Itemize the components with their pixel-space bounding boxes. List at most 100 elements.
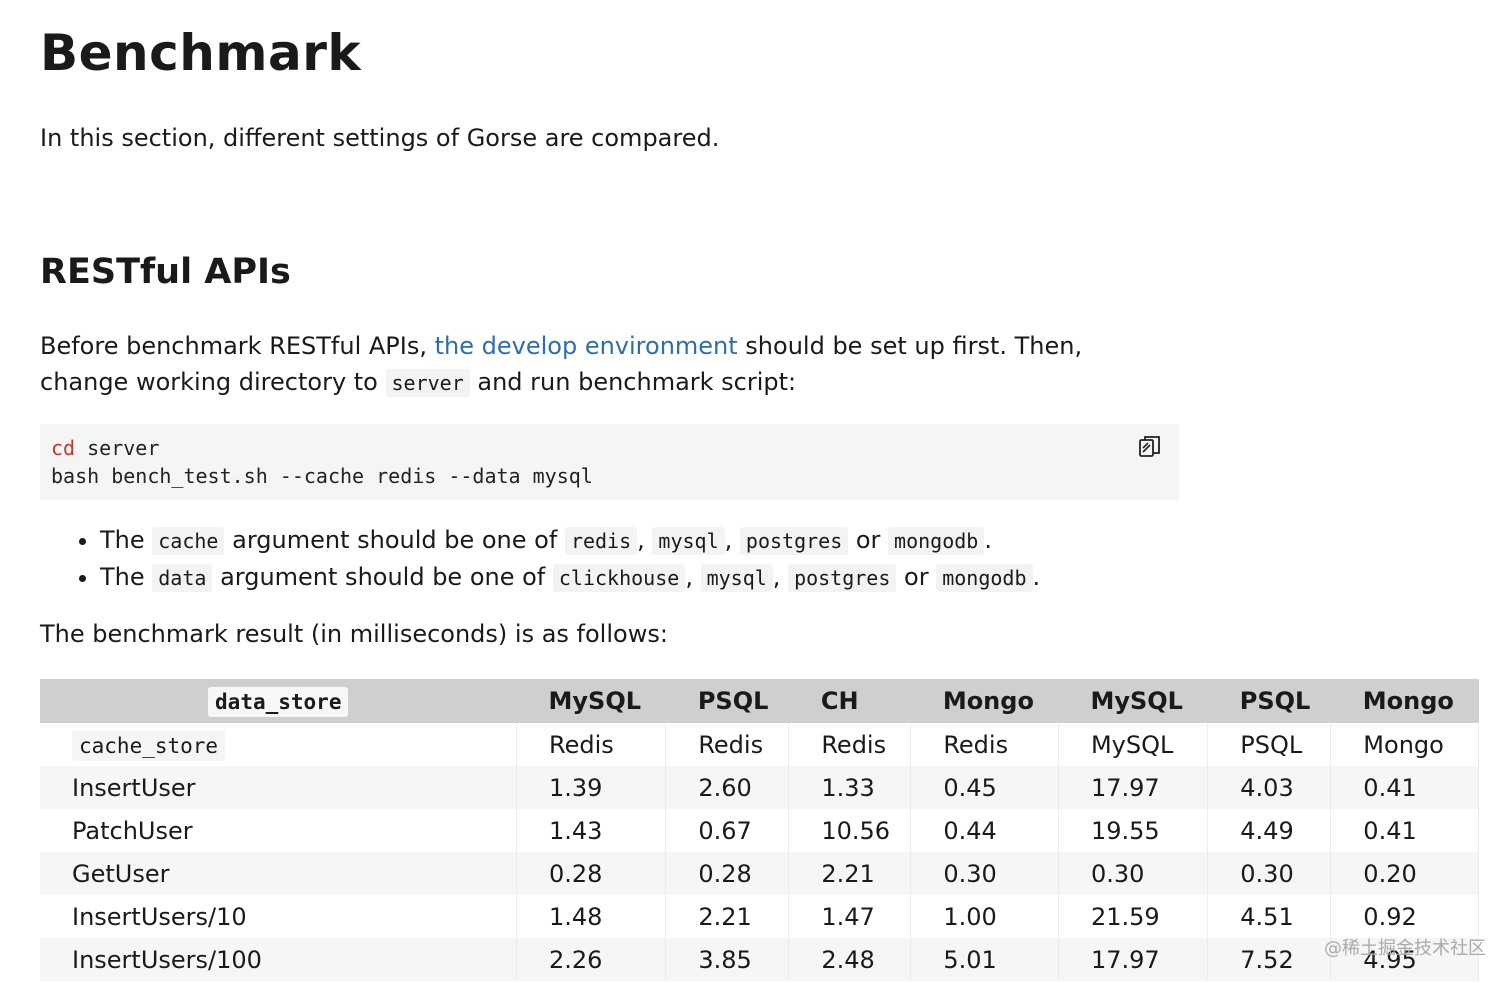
- setup-text-1: Before benchmark RESTful APIs,: [40, 332, 435, 360]
- code-line-2: bash bench_test.sh --cache redis --data …: [51, 464, 593, 488]
- code-line-1: cd server: [51, 436, 159, 460]
- table-cell: 17.97: [1058, 766, 1209, 809]
- header-cell: MySQL: [1090, 687, 1183, 715]
- separator: ,: [637, 526, 653, 554]
- separator: or: [896, 563, 937, 591]
- table-row: InsertUsers/100 2.26 3.85 2.48 5.01 17.9…: [40, 938, 1479, 981]
- separator: ,: [772, 563, 789, 591]
- header-cell: MySQL: [548, 687, 642, 715]
- option-code: mysql: [652, 527, 725, 555]
- bullet-text: argument should be one of: [212, 563, 553, 591]
- develop-environment-link[interactable]: the develop environment: [435, 332, 738, 360]
- code-line-1-rest: server: [75, 436, 160, 460]
- server-code: server: [385, 369, 470, 397]
- option-code: mongodb: [936, 564, 1033, 592]
- setup-paragraph: Before benchmark RESTful APIs, the devel…: [40, 328, 1130, 401]
- table-cell: Mongo: [1330, 723, 1479, 766]
- list-item-cache: The cache argument should be one of redi…: [100, 522, 1040, 559]
- table-row: InsertUser 1.39 2.60 1.33 0.45 17.97 4.0…: [40, 766, 1479, 809]
- section-title: RESTful APIs: [40, 252, 291, 292]
- cache-store-cell: cache_store: [40, 723, 517, 766]
- row-label: PatchUser: [40, 809, 517, 852]
- table-cell: 1.00: [910, 895, 1059, 938]
- table-cell: 19.55: [1058, 809, 1209, 852]
- table-cell: 0.20: [1330, 852, 1479, 895]
- bullet-text: The: [100, 563, 153, 591]
- header-cell: CH: [820, 687, 859, 715]
- table-row: InsertUsers/10 1.48 2.21 1.47 1.00 21.59…: [40, 895, 1479, 938]
- header-data-store: data_store: [40, 679, 517, 723]
- setup-text-3: and run benchmark script:: [469, 368, 797, 396]
- table-cell: 2.26: [516, 938, 667, 981]
- page-title: Benchmark: [40, 24, 362, 82]
- bullet-text: argument should be one of: [224, 526, 565, 554]
- table-cell: 10.56: [788, 809, 912, 852]
- table-cell: 5.01: [910, 938, 1059, 981]
- separator: ,: [685, 563, 701, 591]
- table-cell: 1.43: [516, 809, 667, 852]
- table-cell: Redis: [910, 723, 1059, 766]
- row-label: InsertUsers/100: [40, 938, 517, 981]
- code-block[interactable]: cd server bash bench_test.sh --cache red…: [40, 424, 1179, 500]
- list-item-data: The data argument should be one of click…: [100, 559, 1040, 596]
- option-code: postgres: [788, 564, 897, 592]
- bullet-text: The: [100, 526, 153, 554]
- table-row: GetUser 0.28 0.28 2.21 0.30 0.30 0.30 0.…: [40, 852, 1479, 895]
- header-cell: Mongo: [942, 687, 1034, 715]
- table-cell: 1.33: [788, 766, 912, 809]
- table-cell: 0.30: [910, 852, 1059, 895]
- copy-icon[interactable]: [1137, 434, 1163, 460]
- table-cell: 7.52: [1207, 938, 1332, 981]
- watermark: @稀土掘金技术社区: [1324, 938, 1486, 959]
- separator: .: [1032, 563, 1041, 591]
- table-cell: 0.30: [1207, 852, 1332, 895]
- table-cell: 21.59: [1058, 895, 1209, 938]
- table-row: PatchUser 1.43 0.67 10.56 0.44 19.55 4.4…: [40, 809, 1479, 852]
- table-cell: 3.85: [665, 938, 790, 981]
- header-cell: PSQL: [697, 687, 769, 715]
- table-cell: 0.44: [910, 809, 1059, 852]
- table-cell: 2.21: [788, 852, 912, 895]
- option-code: mongodb: [888, 527, 985, 555]
- table-cell: 1.48: [516, 895, 667, 938]
- option-code: redis: [564, 527, 638, 555]
- table-cell: 0.41: [1330, 766, 1479, 809]
- data-store-label: data_store: [208, 687, 349, 717]
- cache-store-row: cache_store Redis Redis Redis Redis MySQ…: [40, 723, 1479, 766]
- option-code: mysql: [700, 564, 773, 592]
- table-cell: Redis: [788, 723, 912, 766]
- header-cell: Mongo: [1362, 687, 1454, 715]
- table-cell: 0.41: [1330, 809, 1479, 852]
- table-cell: 17.97: [1058, 938, 1209, 981]
- row-label: InsertUsers/10: [40, 895, 517, 938]
- table-cell: PSQL: [1207, 723, 1332, 766]
- table-header-row: data_store MySQL PSQL CH Mongo MySQL PSQ…: [40, 679, 1479, 723]
- table-cell: 2.60: [665, 766, 790, 809]
- code-keyword: cd: [51, 436, 76, 460]
- table-cell: 4.51: [1207, 895, 1332, 938]
- table-cell: 4.03: [1207, 766, 1332, 809]
- table-cell: MySQL: [1058, 723, 1209, 766]
- option-code: postgres: [739, 527, 849, 555]
- row-label: InsertUser: [40, 766, 517, 809]
- separator: .: [984, 526, 992, 554]
- cache-code: cache: [152, 527, 225, 555]
- doc-page: Benchmark In this section, different set…: [0, 0, 1512, 982]
- cache-store-label: cache_store: [72, 730, 226, 761]
- argument-list: The cache argument should be one of redi…: [40, 522, 1040, 596]
- benchmark-table: data_store MySQL PSQL CH Mongo MySQL PSQ…: [40, 679, 1479, 981]
- table-cell: 2.21: [665, 895, 790, 938]
- table-cell: Redis: [665, 723, 790, 766]
- table-cell: 0.67: [665, 809, 790, 852]
- table-cell: 0.30: [1058, 852, 1209, 895]
- intro-paragraph: In this section, different settings of G…: [40, 124, 720, 152]
- table-cell: Redis: [516, 723, 667, 766]
- table-cell: 4.49: [1207, 809, 1332, 852]
- table-cell: 0.92: [1330, 895, 1479, 938]
- option-code: clickhouse: [552, 564, 686, 592]
- data-code: data: [152, 564, 213, 592]
- table-cell: 1.47: [788, 895, 912, 938]
- result-intro: The benchmark result (in milliseconds) i…: [40, 620, 668, 648]
- table-cell: 0.45: [910, 766, 1059, 809]
- separator: ,: [724, 526, 740, 554]
